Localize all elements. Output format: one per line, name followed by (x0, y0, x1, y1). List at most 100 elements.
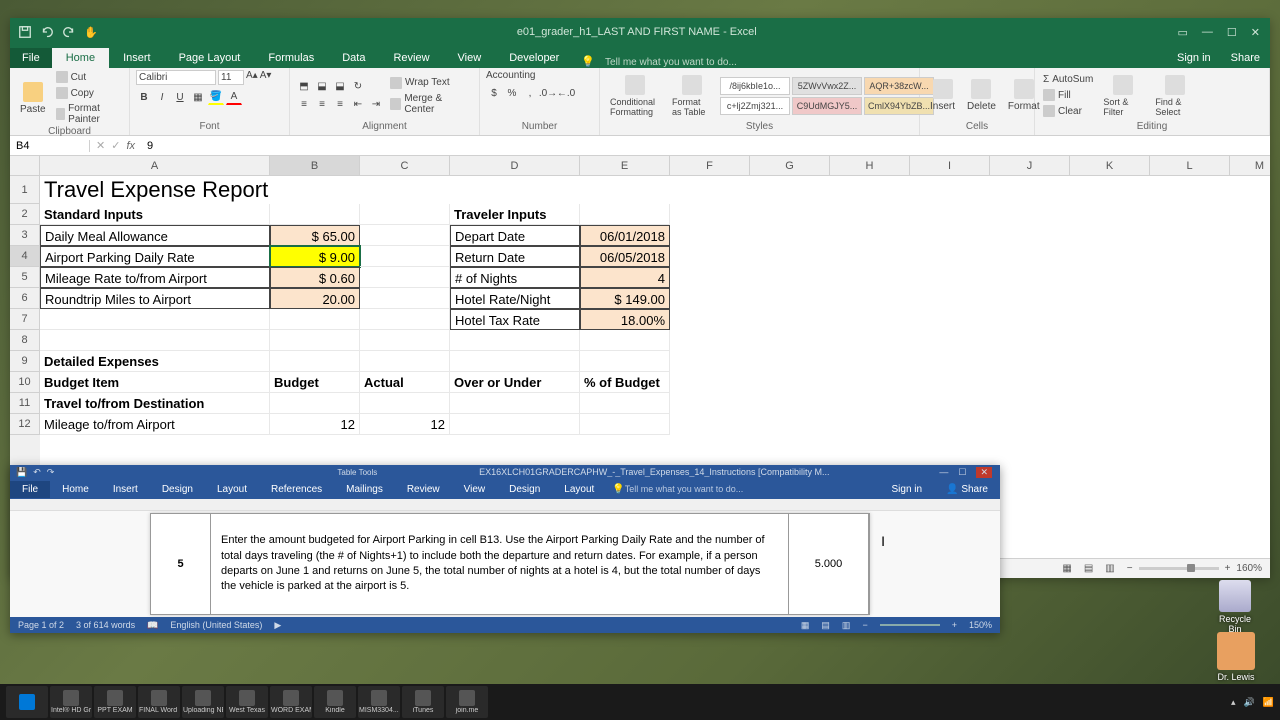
word-tellme[interactable]: Tell me what you want to do... (625, 484, 744, 494)
tab-view[interactable]: View (444, 48, 496, 68)
cell[interactable]: Mileage Rate to/from Airport (40, 267, 270, 288)
word-count[interactable]: 3 of 614 words (76, 620, 135, 630)
cell[interactable]: Hotel Tax Rate (450, 309, 580, 330)
sort-filter-button[interactable]: Sort & Filter (1099, 73, 1147, 119)
cell[interactable]: Standard Inputs (40, 204, 270, 225)
zoom-out-icon[interactable]: − (1127, 563, 1133, 574)
start-button[interactable] (6, 686, 48, 718)
comma-button[interactable]: , (522, 85, 538, 101)
cell[interactable] (360, 225, 450, 246)
user-avatar-shortcut[interactable]: Dr. Lewis (1212, 632, 1260, 682)
save-icon[interactable] (18, 25, 32, 39)
cell[interactable]: # of Nights (450, 267, 580, 288)
decrease-font-icon[interactable]: A▾ (260, 70, 272, 85)
taskbar-item[interactable]: West Texas (226, 686, 268, 718)
cell[interactable]: Travel Expense Report (40, 176, 580, 204)
cell[interactable] (360, 309, 450, 330)
cell[interactable]: Airport Parking Daily Rate (40, 246, 270, 267)
dec-decimal-icon[interactable]: ←.0 (558, 85, 574, 101)
cell[interactable]: Mileage to/from Airport (40, 414, 270, 435)
undo-icon[interactable]: ↶ (33, 467, 41, 478)
cell[interactable]: Over or Under (450, 372, 580, 393)
cell[interactable]: 20.00 (270, 288, 360, 309)
align-left-icon[interactable]: ≡ (296, 97, 312, 113)
delete-cells-button[interactable]: Delete (963, 77, 1000, 114)
network-icon[interactable]: 📶 (1263, 697, 1274, 708)
cell[interactable]: Hotel Rate/Night (450, 288, 580, 309)
minimize-icon[interactable]: — (939, 467, 948, 478)
word-tab-layout[interactable]: Layout (205, 481, 259, 498)
cell[interactable] (360, 246, 450, 267)
web-layout-icon[interactable]: ▥ (842, 620, 851, 631)
percent-button[interactable]: % (504, 85, 520, 101)
zoom-in-icon[interactable]: + (952, 620, 957, 630)
word-tab-mailings[interactable]: Mailings (334, 481, 395, 498)
cell-style-item[interactable]: 5ZWvVwx2Z... (792, 77, 862, 95)
zoom-in-icon[interactable]: + (1225, 563, 1231, 574)
recycle-bin-icon[interactable]: Recycle Bin (1212, 580, 1258, 634)
row-header[interactable]: 6 (10, 288, 40, 309)
print-layout-icon[interactable]: ▤ (821, 620, 830, 631)
name-box[interactable]: B4 (10, 140, 90, 152)
tab-page-layout[interactable]: Page Layout (165, 48, 255, 68)
cut-button[interactable]: Cut (54, 70, 123, 84)
volume-icon[interactable]: 🔊 (1244, 697, 1255, 708)
row-header[interactable]: 5 (10, 267, 40, 288)
taskbar-item[interactable]: WORD EXAM 10-12...2016A (270, 686, 312, 718)
cell[interactable] (450, 393, 580, 414)
view-break-icon[interactable]: ▥ (1105, 563, 1114, 574)
fill-button[interactable]: Fill (1041, 88, 1095, 102)
step-number-cell[interactable]: 5 (151, 514, 211, 614)
share-button[interactable]: Share (1221, 48, 1270, 68)
close-icon[interactable]: ✕ (1251, 26, 1260, 39)
cell[interactable]: Return Date (450, 246, 580, 267)
align-middle-icon[interactable]: ⬓ (314, 79, 330, 95)
word-tab-home[interactable]: Home (50, 481, 101, 498)
redo-icon[interactable] (62, 25, 76, 39)
ribbon-options-icon[interactable]: ▭ (1178, 26, 1188, 39)
col-header[interactable]: C (360, 156, 450, 175)
row-header[interactable]: 11 (10, 393, 40, 414)
cell[interactable]: Budget (270, 372, 360, 393)
cell[interactable] (360, 267, 450, 288)
cell[interactable] (270, 330, 360, 351)
merge-center-button[interactable]: Merge & Center (388, 92, 473, 116)
cell[interactable]: % of Budget (580, 372, 670, 393)
autosum-button[interactable]: ΣAutoSum (1041, 73, 1095, 86)
cell[interactable] (40, 309, 270, 330)
cell[interactable]: 18.00% (580, 309, 670, 330)
spellcheck-icon[interactable]: 📖 (147, 620, 158, 631)
cell[interactable]: Budget Item (40, 372, 270, 393)
row-header[interactable]: 1 (10, 176, 40, 204)
col-header[interactable]: A (40, 156, 270, 175)
cell[interactable]: Daily Meal Allowance (40, 225, 270, 246)
points-cell[interactable]: 5.000 (789, 514, 869, 614)
align-center-icon[interactable]: ≡ (314, 97, 330, 113)
cell[interactable] (360, 330, 450, 351)
format-painter-button[interactable]: Format Painter (54, 102, 123, 126)
col-header[interactable]: F (670, 156, 750, 175)
cell[interactable] (580, 393, 670, 414)
cell-style-item[interactable]: /8ij6kbIe1o... (720, 77, 790, 95)
cell[interactable]: $ 149.00 (580, 288, 670, 309)
page-indicator[interactable]: Page 1 of 2 (18, 620, 64, 630)
word-tab-insert[interactable]: Insert (101, 481, 150, 498)
font-name-select[interactable]: Calibri (136, 70, 216, 85)
word-tab-review[interactable]: Review (395, 481, 452, 498)
zoom-level[interactable]: 160% (1236, 563, 1262, 574)
word-tab-table-layout[interactable]: Layout (552, 481, 606, 498)
view-normal-icon[interactable]: ▦ (1062, 563, 1071, 574)
cell[interactable] (270, 351, 360, 372)
align-bottom-icon[interactable]: ⬓ (332, 79, 348, 95)
quick-access-toolbar[interactable]: ✋ (10, 25, 106, 39)
align-top-icon[interactable]: ⬒ (296, 79, 312, 95)
row-header[interactable]: 7 (10, 309, 40, 330)
word-share[interactable]: 👤 Share (934, 481, 1000, 498)
cell[interactable] (580, 330, 670, 351)
save-icon[interactable]: 💾 (16, 467, 27, 478)
tell-me-input[interactable]: Tell me what you want to do... (605, 57, 737, 68)
redo-icon[interactable]: ↷ (47, 467, 55, 478)
zoom-level[interactable]: 150% (969, 620, 992, 630)
tab-data[interactable]: Data (328, 48, 379, 68)
cell[interactable] (360, 288, 450, 309)
